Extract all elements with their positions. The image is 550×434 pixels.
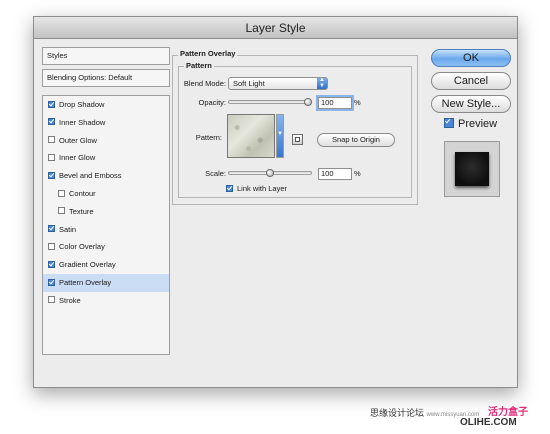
- style-item-color-overlay[interactable]: Color Overlay: [43, 238, 169, 256]
- watermark-logo-top: 活力盒子: [488, 407, 528, 418]
- new-style-button[interactable]: New Style...: [431, 95, 511, 113]
- opacity-unit: %: [354, 98, 361, 107]
- preview-checkbox[interactable]: Preview: [444, 117, 504, 131]
- scale-input[interactable]: 100: [318, 168, 352, 180]
- blend-mode-value: Soft Light: [233, 79, 265, 88]
- snap-to-origin-button[interactable]: Snap to Origin: [317, 133, 395, 147]
- checkbox-unchecked-icon[interactable]: [48, 242, 55, 250]
- style-item-pattern-overlay[interactable]: Pattern Overlay: [43, 274, 169, 292]
- opacity-slider-track[interactable]: [228, 100, 312, 104]
- styles-panel: Styles Blending Options: Default Drop Sh…: [42, 47, 170, 377]
- style-item-label: Contour: [69, 189, 96, 198]
- style-item-inner-glow[interactable]: Inner Glow: [43, 149, 169, 167]
- style-item-label: Inner Glow: [59, 153, 96, 163]
- dialog-title: Layer Style: [245, 21, 306, 35]
- preview-label: Preview: [458, 118, 498, 130]
- watermark-forum-name: 思缘设计论坛: [370, 408, 425, 418]
- link-with-layer-checkbox[interactable]: Link with Layer: [226, 183, 346, 195]
- style-item-outer-glow[interactable]: Outer Glow: [43, 132, 169, 150]
- checkbox-checked-icon: [226, 184, 233, 192]
- style-item-label: Outer Glow: [59, 135, 97, 145]
- pattern-overlay-title: Pattern Overlay: [178, 49, 238, 58]
- pattern-overlay-group: Pattern Overlay Pattern Blend Mode: Soft…: [172, 49, 418, 207]
- dialog-title-bar[interactable]: Layer Style: [34, 17, 517, 39]
- scale-label: Scale:: [205, 169, 226, 178]
- ok-button[interactable]: OK: [431, 49, 511, 67]
- pattern-swatch[interactable]: [227, 114, 275, 158]
- style-item-gradient-overlay[interactable]: Gradient Overlay: [43, 256, 169, 274]
- triangle-down-icon: ▼: [277, 131, 283, 137]
- checkbox-unchecked-icon[interactable]: [48, 136, 55, 144]
- layer-style-dialog: Layer Style Styles Blending Options: Def…: [33, 16, 518, 388]
- pattern-label: Pattern:: [195, 133, 222, 142]
- up-down-arrows-icon: ▲ ▼: [317, 77, 327, 89]
- style-item-label: Drop Shadow: [59, 100, 105, 109]
- checkbox-checked-icon[interactable]: [48, 278, 55, 286]
- style-list: Drop Shadow Inner Shadow Outer Glow Inner G…: [42, 95, 170, 355]
- opacity-label: Opacity:: [198, 98, 226, 107]
- blend-mode-select[interactable]: Soft Light ▲ ▼: [228, 77, 328, 90]
- checkbox-checked-icon[interactable]: [48, 260, 55, 268]
- style-item-texture[interactable]: Texture: [43, 203, 169, 221]
- blending-options-header[interactable]: Blending Options: Default: [42, 69, 170, 87]
- style-item-label: Texture: [69, 206, 94, 216]
- style-item-label: Bevel and Emboss: [59, 171, 122, 181]
- checkbox-unchecked-icon[interactable]: [48, 296, 55, 304]
- opacity-slider-handle[interactable]: [304, 98, 312, 106]
- scale-unit: %: [354, 169, 361, 178]
- watermark-logo-bottom: OLIHE.COM: [460, 417, 517, 428]
- checkbox-checked-icon: [444, 118, 454, 129]
- style-item-label: Gradient Overlay: [59, 260, 116, 270]
- blend-mode-label: Blend Mode:: [183, 79, 226, 88]
- opacity-input[interactable]: 100: [318, 97, 352, 109]
- scale-slider-handle[interactable]: [266, 169, 274, 177]
- pattern-subgroup-title: Pattern: [184, 61, 214, 70]
- style-item-satin[interactable]: Satin: [43, 221, 169, 239]
- style-item-stroke[interactable]: Stroke: [43, 292, 169, 310]
- style-item-inner-shadow[interactable]: Inner Shadow: [43, 114, 169, 132]
- style-item-bevel-and-emboss[interactable]: Bevel and Emboss: [43, 167, 169, 185]
- checkbox-checked-icon[interactable]: [48, 225, 55, 233]
- checkbox-checked-icon[interactable]: [48, 171, 55, 179]
- style-item-drop-shadow[interactable]: Drop Shadow: [43, 96, 169, 114]
- style-item-label: Pattern Overlay: [59, 278, 112, 287]
- style-item-label: Inner Shadow: [59, 117, 106, 127]
- style-item-label: Color Overlay: [59, 242, 105, 252]
- cancel-button[interactable]: Cancel: [431, 72, 511, 90]
- checkbox-unchecked-icon[interactable]: [48, 153, 55, 161]
- checkbox-unchecked-icon[interactable]: [58, 189, 65, 197]
- checkbox-checked-icon[interactable]: [48, 100, 55, 108]
- style-preview-thumbnail: [444, 141, 500, 197]
- style-item-label: Satin: [59, 224, 77, 234]
- checkbox-unchecked-icon[interactable]: [58, 207, 65, 215]
- new-preset-icon[interactable]: [292, 134, 303, 145]
- styles-header[interactable]: Styles: [42, 47, 170, 65]
- preview-swatch: [455, 152, 489, 186]
- style-item-label: Stroke: [59, 295, 81, 305]
- checkbox-checked-icon[interactable]: [48, 118, 55, 126]
- pattern-picker-button[interactable]: ▼: [276, 114, 284, 158]
- link-with-layer-label: Link with Layer: [237, 184, 288, 193]
- style-item-contour[interactable]: Contour: [43, 185, 169, 203]
